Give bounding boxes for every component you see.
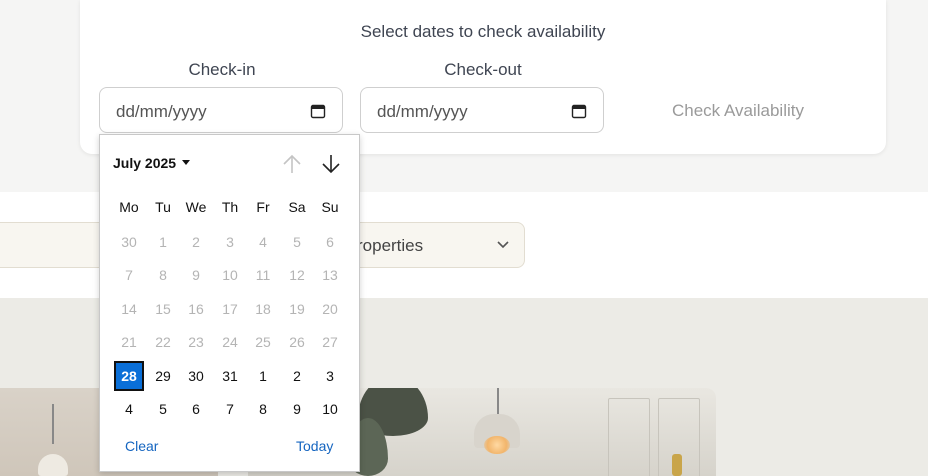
- weekday-label: Th: [221, 199, 239, 215]
- calendar-day: 5: [293, 234, 301, 250]
- calendar-day: 24: [222, 334, 238, 350]
- calendar-day: 13: [322, 267, 338, 283]
- calendar-day: 23: [188, 334, 204, 350]
- checkin-date-placeholder: dd/mm/yyyy: [116, 102, 207, 121]
- calendar-day: 14: [121, 301, 137, 317]
- calendar-day: 25: [255, 334, 271, 350]
- calendar-day: 6: [326, 234, 334, 250]
- calendar-day: 20: [322, 301, 338, 317]
- calendar-day: 12: [289, 267, 305, 283]
- calendar-day[interactable]: 7: [215, 394, 245, 424]
- calendar-day: 10: [222, 267, 238, 283]
- calendar-day: 17: [222, 301, 238, 317]
- weekday-label: Fr: [256, 199, 270, 215]
- properties-select-value: roperties: [357, 236, 424, 255]
- calendar-day[interactable]: 6: [181, 394, 211, 424]
- weekday-label: We: [185, 199, 207, 215]
- wall-panel: [608, 398, 650, 476]
- calendar-day: 22: [155, 334, 171, 350]
- calendar-day: 18: [255, 301, 271, 317]
- calendar-day: 1: [159, 234, 167, 250]
- calendar-day[interactable]: 10: [315, 394, 345, 424]
- calendar-day: 27: [322, 334, 338, 350]
- calendar-day: 8: [159, 267, 167, 283]
- calendar-day-selected[interactable]: 28: [114, 361, 144, 391]
- availability-card: Select dates to check availability Check…: [80, 0, 886, 154]
- calendar-day: 2: [192, 234, 200, 250]
- calendar-day: 21: [121, 334, 137, 350]
- calendar-day[interactable]: 31: [215, 361, 245, 391]
- availability-title: Select dates to check availability: [360, 22, 606, 41]
- chevron-down-icon: [497, 241, 509, 249]
- lamp-cord: [497, 388, 499, 416]
- arrow-up-icon[interactable]: [281, 153, 303, 175]
- calendar-day: 11: [255, 267, 271, 283]
- weekday-label: Mo: [119, 199, 139, 215]
- calendar-day[interactable]: 5: [148, 394, 178, 424]
- calendar-day[interactable]: 2: [282, 361, 312, 391]
- calendar-day[interactable]: 29: [148, 361, 178, 391]
- calendar-day: 26: [289, 334, 305, 350]
- checkout-label: Check-out: [444, 60, 522, 79]
- calendar-day: 7: [125, 267, 133, 283]
- calendar-icon[interactable]: [571, 103, 587, 119]
- calendar-day[interactable]: 3: [315, 361, 345, 391]
- checkin-date-input[interactable]: dd/mm/yyyy: [99, 87, 343, 133]
- pendant-lamp: [38, 454, 68, 476]
- today-button[interactable]: Today: [296, 438, 333, 454]
- calendar-day: 16: [188, 301, 204, 317]
- check-availability-button[interactable]: Check Availability: [672, 101, 804, 121]
- date-picker: July 2025 Mo Tu We Th Fr Sa Su 30 1 2 3 4 5 6 7 8 9 10 11…: [99, 134, 360, 472]
- checkin-label: Check-in: [188, 60, 256, 79]
- caret-down-icon[interactable]: [182, 160, 190, 165]
- weekday-label: Sa: [288, 199, 306, 215]
- weekday-label: Tu: [155, 199, 171, 215]
- checkout-date-input[interactable]: dd/mm/yyyy: [360, 87, 604, 133]
- calendar-day[interactable]: 8: [248, 394, 278, 424]
- wall-sconce: [672, 454, 682, 476]
- calendar-day: 4: [259, 234, 267, 250]
- month-year-selector[interactable]: July 2025: [113, 155, 176, 171]
- calendar-icon[interactable]: [310, 103, 326, 119]
- calendar-day: 19: [289, 301, 305, 317]
- weekday-label: Su: [321, 199, 339, 215]
- clear-button[interactable]: Clear: [125, 438, 158, 454]
- calendar-day: 9: [192, 267, 200, 283]
- calendar-day: 30: [121, 234, 137, 250]
- lamp-cord: [52, 404, 54, 444]
- calendar-day[interactable]: 1: [248, 361, 278, 391]
- calendar-day[interactable]: 9: [282, 394, 312, 424]
- lamp-glow: [484, 436, 510, 454]
- calendar-day: 15: [155, 301, 171, 317]
- calendar-day: 3: [226, 234, 234, 250]
- checkout-date-placeholder: dd/mm/yyyy: [377, 102, 468, 121]
- calendar-day[interactable]: 4: [114, 394, 144, 424]
- calendar-day[interactable]: 30: [181, 361, 211, 391]
- arrow-down-icon[interactable]: [320, 153, 342, 175]
